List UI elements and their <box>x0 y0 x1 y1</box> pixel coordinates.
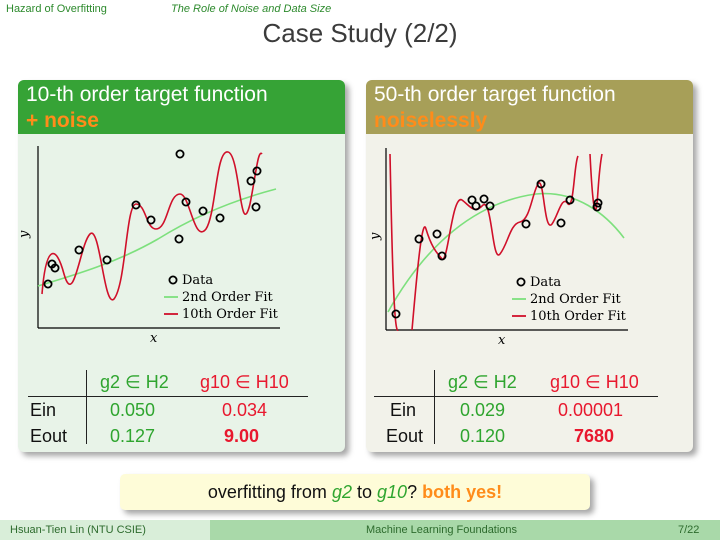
data-point <box>251 202 261 212</box>
left-case-panel: 10-th order target function + noise y x <box>18 80 345 452</box>
data-points <box>43 149 262 289</box>
footer-author: Hsuan-Tien Lin (NTU CSIE) <box>10 524 146 536</box>
top-navigation: Hazard of Overfitting The Role of Noise … <box>0 0 720 20</box>
ein-g2-value: 0.050 <box>110 400 156 420</box>
banner-mid: to <box>356 482 372 502</box>
table-divider-horizontal <box>28 396 308 397</box>
legend-data-marker <box>168 275 178 285</box>
fit-plot: y x Data 2nd Order Fit 10th Order Fit <box>18 146 280 346</box>
table-divider-vertical <box>86 370 87 444</box>
nav-subsection-link[interactable]: The Role of Noise and Data Size <box>171 3 331 15</box>
panel-header-subtitle: + noise <box>26 109 99 132</box>
panel-body: y x Data 2nd Order Fit 10th Order Fit g2… <box>366 134 693 452</box>
data-point <box>479 194 489 204</box>
legend-data-marker <box>516 277 526 287</box>
panel-header: 10-th order target function + noise <box>18 80 345 134</box>
ein-g2-value: 0.029 <box>460 400 506 420</box>
data-point <box>432 229 442 239</box>
error-table: g2 ∈ H2 g10 ∈ H10 Ein Eout 0.050 0.034 0… <box>18 364 345 452</box>
plot-legend: Data 2nd Order Fit 10th Order Fit <box>164 273 279 322</box>
panel-header-title: 50-th order target function <box>374 83 616 106</box>
data-point <box>215 213 225 223</box>
error-table: g2 ∈ H2 g10 ∈ H10 Ein Eout 0.029 0.00001… <box>366 364 693 452</box>
legend-data-label: Data <box>530 275 561 290</box>
second-order-fit-curve <box>37 188 277 287</box>
col-header-g10: g10 ∈ H10 <box>200 372 289 392</box>
legend-data-label: Data <box>182 273 213 288</box>
eout-g10-value: 7680 <box>574 426 615 446</box>
panel-header: 50-th order target function noiselessly <box>366 80 693 134</box>
footer-page-number: 7/22 <box>678 524 700 536</box>
footer-author-area: Hsuan-Tien Lin (NTU CSIE) <box>0 520 210 540</box>
banner-question-mark: ? <box>407 482 418 502</box>
data-point <box>175 149 185 159</box>
banner-g2: g2 <box>331 482 352 502</box>
data-point <box>146 215 156 225</box>
right-case-panel: 50-th order target function noiselessly … <box>366 80 693 452</box>
ein-g10-value: 0.034 <box>222 400 268 420</box>
conclusion-banner: overfitting from g2 to g10? both yes! <box>120 474 590 510</box>
footer-course-area: Machine Learning Foundations 7/22 <box>210 520 720 540</box>
table-divider-vertical <box>434 370 435 444</box>
col-header-g2: g2 ∈ H2 <box>448 372 517 392</box>
fit-plot: y x Data 2nd Order Fit 10th Order Fit <box>368 148 628 348</box>
y-axis-label: y <box>18 230 32 239</box>
ein-g10-value: 0.00001 <box>558 400 624 420</box>
data-point <box>391 309 401 319</box>
slide-title: Case Study (2/2) <box>262 18 458 48</box>
plot-legend: Data 2nd Order Fit 10th Order Fit <box>512 275 627 324</box>
row-header-eout: Eout <box>30 426 68 446</box>
legend-tenth-order-label: 10th Order Fit <box>182 307 279 322</box>
legend-tenth-order-label: 10th Order Fit <box>530 309 627 324</box>
banner-answer: both yes! <box>422 482 503 502</box>
panel-header-title: 10-th order target function <box>26 83 268 106</box>
footer-course: Machine Learning Foundations <box>366 524 518 536</box>
x-axis-label: x <box>150 331 158 346</box>
nav-section-link[interactable]: Hazard of Overfitting <box>6 3 107 15</box>
col-header-g10: g10 ∈ H10 <box>550 372 639 392</box>
data-point <box>471 201 481 211</box>
x-axis-label: x <box>498 333 506 348</box>
table-divider-horizontal <box>374 396 658 397</box>
panel-header-subtitle: noiselessly <box>374 109 488 132</box>
slide-footer: Hsuan-Tien Lin (NTU CSIE) Machine Learni… <box>0 520 720 540</box>
banner-g10: g10 <box>377 482 408 502</box>
banner-prefix: overfitting from <box>207 482 327 502</box>
col-header-g2: g2 ∈ H2 <box>100 372 169 392</box>
eout-g10-value: 9.00 <box>224 426 260 446</box>
y-axis-label: y <box>368 232 383 241</box>
panel-body: y x Data 2nd Order Fit 10th Order Fit g2… <box>18 134 345 452</box>
data-point <box>174 234 184 244</box>
legend-second-order-label: 2nd Order Fit <box>530 292 622 307</box>
eout-g2-value: 0.120 <box>460 426 506 446</box>
row-header-ein: Ein <box>390 400 417 420</box>
data-point <box>556 218 566 228</box>
data-point <box>521 219 531 229</box>
row-header-ein: Ein <box>30 400 57 420</box>
legend-second-order-label: 2nd Order Fit <box>182 290 274 305</box>
data-point <box>74 245 84 255</box>
row-header-eout: Eout <box>386 426 424 446</box>
eout-g2-value: 0.127 <box>110 426 156 446</box>
tenth-order-fit-curve <box>41 151 263 301</box>
data-point <box>198 206 208 216</box>
